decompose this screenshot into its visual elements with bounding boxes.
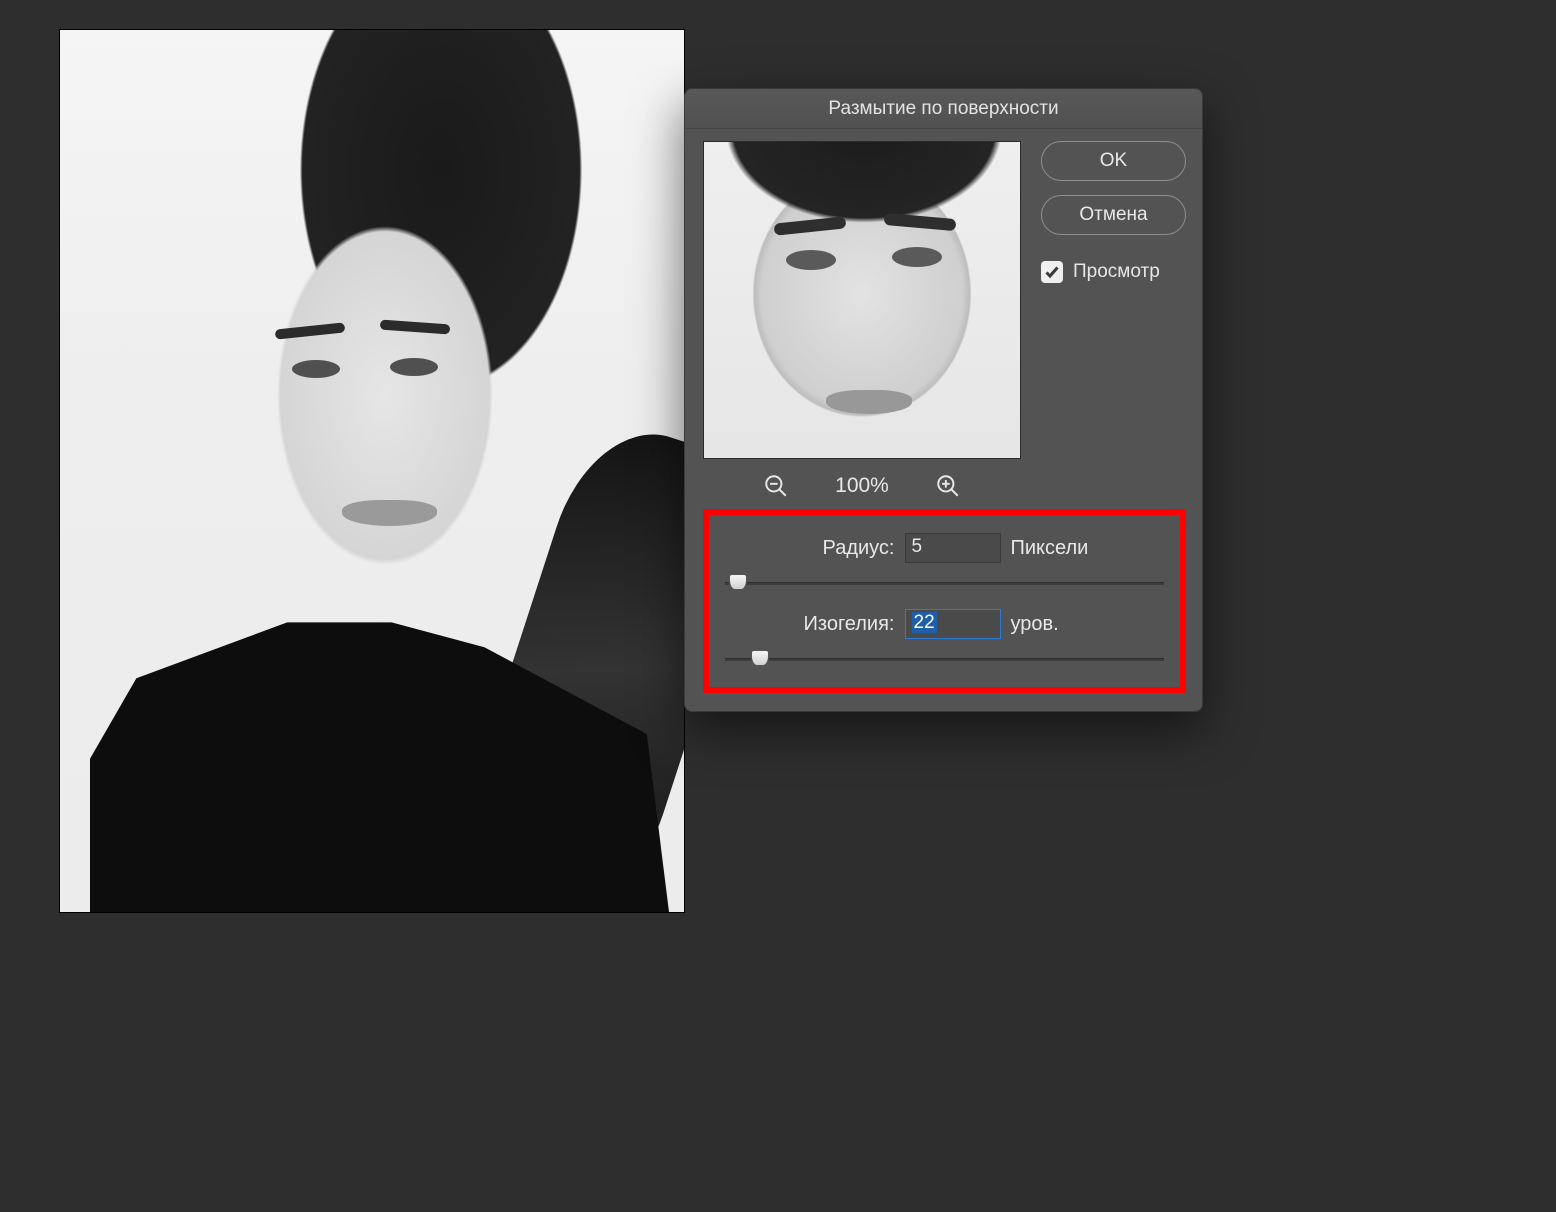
radius-label: Радиус: — [795, 537, 895, 560]
threshold-slider[interactable] — [725, 649, 1164, 669]
zoom-in-icon[interactable] — [935, 473, 961, 499]
cancel-button[interactable]: Отмена — [1041, 195, 1186, 235]
radius-unit: Пиксели — [1011, 537, 1095, 560]
radius-slider[interactable] — [725, 573, 1164, 593]
highlighted-controls: Радиус: 5 Пиксели Изогелия: 22 уров. — [703, 509, 1186, 693]
threshold-row: Изогелия: 22 уров. — [723, 609, 1166, 639]
surface-blur-dialog: Размытие по поверхности 100% — [684, 88, 1203, 712]
radius-input[interactable]: 5 — [905, 533, 1001, 563]
preview-checkbox-row[interactable]: Просмотр — [1041, 261, 1186, 283]
preview-checkbox-label: Просмотр — [1073, 261, 1160, 283]
threshold-input[interactable]: 22 — [905, 609, 1001, 639]
radius-row: Радиус: 5 Пиксели — [723, 533, 1166, 563]
preview-area[interactable] — [703, 141, 1021, 459]
zoom-level: 100% — [835, 474, 889, 498]
ok-button[interactable]: OK — [1041, 141, 1186, 181]
document-canvas[interactable] — [60, 30, 684, 912]
checkbox-checked-icon[interactable] — [1041, 261, 1063, 283]
slider-thumb-icon[interactable] — [729, 574, 747, 590]
threshold-label: Изогелия: — [795, 613, 895, 636]
zoom-out-icon[interactable] — [763, 473, 789, 499]
threshold-unit: уров. — [1011, 613, 1095, 636]
dialog-title[interactable]: Размытие по поверхности — [685, 89, 1202, 129]
slider-thumb-icon[interactable] — [751, 650, 769, 666]
